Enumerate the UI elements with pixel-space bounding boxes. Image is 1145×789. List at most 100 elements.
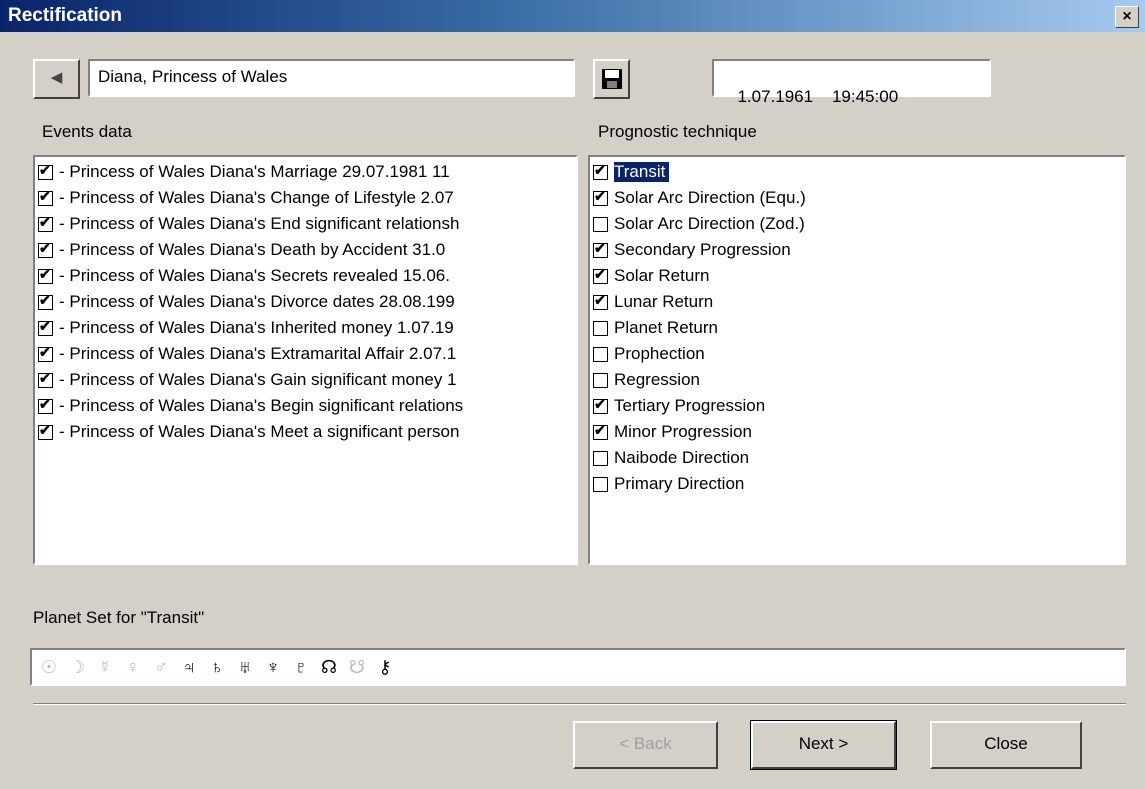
technique-item[interactable]: Prophection — [593, 341, 1121, 367]
checkbox-unchecked[interactable] — [593, 450, 608, 466]
event-item-label: - Princess of Wales Diana's Inherited mo… — [59, 318, 454, 337]
technique-item[interactable]: Naibode Direction — [593, 445, 1121, 471]
technique-item-label: Planet Return — [614, 318, 718, 337]
close-button-label: Close — [984, 734, 1028, 753]
event-item-label: - Princess of Wales Diana's Gain signifi… — [59, 370, 457, 389]
technique-item[interactable]: Planet Return — [593, 315, 1121, 341]
event-item[interactable]: - Princess of Wales Diana's Change of Li… — [38, 185, 573, 211]
checkbox-checked[interactable] — [38, 344, 53, 362]
technique-item[interactable]: Primary Direction — [593, 471, 1121, 497]
technique-item[interactable]: Minor Progression — [593, 419, 1121, 445]
technique-item-label: Solar Arc Direction (Zod.) — [614, 214, 805, 233]
next-button-label: Next > — [798, 734, 849, 753]
prognostic-technique-label: Prognostic technique — [598, 122, 757, 141]
checkbox-checked[interactable] — [38, 188, 53, 206]
event-item-label: - Princess of Wales Diana's Meet a signi… — [59, 422, 460, 441]
technique-item[interactable]: Regression — [593, 367, 1121, 393]
event-item[interactable]: - Princess of Wales Diana's Death by Acc… — [38, 237, 573, 263]
checkbox-checked[interactable] — [593, 422, 608, 440]
person-name-field[interactable]: Diana, Princess of Wales — [88, 59, 575, 97]
checkbox-checked[interactable] — [593, 292, 608, 310]
technique-item[interactable]: Solar Arc Direction (Zod.) — [593, 211, 1121, 237]
technique-item[interactable]: Transit — [593, 159, 1121, 185]
chiron-icon[interactable]: ⚷ — [374, 657, 396, 678]
checkbox-checked[interactable] — [593, 188, 608, 206]
pluto-icon[interactable]: ♇ — [290, 657, 312, 678]
event-item-label: - Princess of Wales Diana's Divorce date… — [59, 292, 455, 311]
moon-icon[interactable]: ☽ — [66, 657, 88, 678]
event-item[interactable]: - Princess of Wales Diana's Divorce date… — [38, 289, 573, 315]
events-data-label: Events data — [42, 122, 132, 141]
mercury-icon[interactable]: ☿ — [94, 657, 116, 678]
technique-item-label: Lunar Return — [614, 292, 714, 311]
checkbox-checked[interactable] — [38, 370, 53, 388]
technique-item[interactable]: Tertiary Progression — [593, 393, 1121, 419]
checkbox-unchecked[interactable] — [593, 476, 608, 492]
checkbox-checked[interactable] — [38, 292, 53, 310]
technique-item[interactable]: Lunar Return — [593, 289, 1121, 315]
technique-item-label: Transit — [614, 162, 670, 182]
event-item[interactable]: - Princess of Wales Diana's Extramarital… — [38, 341, 573, 367]
technique-item-label: Regression — [614, 370, 700, 389]
event-item[interactable]: - Princess of Wales Diana's Gain signifi… — [38, 367, 573, 393]
uranus-icon[interactable]: ♅ — [234, 657, 256, 678]
event-item-label: - Princess of Wales Diana's Extramarital… — [59, 344, 457, 363]
previous-person-button[interactable]: ◀ — [33, 59, 80, 99]
checkbox-checked[interactable] — [38, 396, 53, 414]
close-window-button[interactable]: × — [1115, 6, 1139, 28]
technique-item[interactable]: Secondary Progression — [593, 237, 1121, 263]
checkbox-checked[interactable] — [38, 214, 53, 232]
checkbox-unchecked[interactable] — [593, 372, 608, 388]
technique-item-label: Naibode Direction — [614, 448, 750, 467]
checkbox-checked[interactable] — [593, 266, 608, 284]
venus-icon[interactable]: ♀ — [122, 657, 144, 678]
event-item-label: - Princess of Wales Diana's Change of Li… — [59, 188, 454, 207]
checkbox-unchecked[interactable] — [593, 320, 608, 336]
checkbox-checked[interactable] — [593, 240, 608, 258]
back-button: < Back — [573, 721, 718, 769]
back-button-label: < Back — [619, 734, 672, 753]
technique-item-label: Solar Return — [614, 266, 710, 285]
events-list[interactable]: - Princess of Wales Diana's Marriage 29.… — [33, 155, 578, 565]
close-button[interactable]: Close — [930, 721, 1082, 769]
event-item[interactable]: - Princess of Wales Diana's Meet a signi… — [38, 419, 573, 445]
checkbox-checked[interactable] — [38, 162, 53, 180]
neptune-icon[interactable]: ♆ — [262, 657, 284, 678]
checkbox-checked[interactable] — [593, 396, 608, 414]
technique-item-label: Solar Arc Direction (Equ.) — [614, 188, 806, 207]
event-item[interactable]: - Princess of Wales Diana's End signific… — [38, 211, 573, 237]
south-node-icon[interactable]: ☋ — [346, 657, 368, 678]
saturn-icon[interactable]: ♄ — [206, 657, 228, 678]
technique-item-label: Tertiary Progression — [614, 396, 766, 415]
event-item[interactable]: - Princess of Wales Diana's Inherited mo… — [38, 315, 573, 341]
checkbox-checked[interactable] — [38, 240, 53, 258]
planet-set-strip: ☉ ☽ ☿ ♀ ♂ ♃ ♄ ♅ ♆ ♇ ☊ ☋ ⚷ — [30, 648, 1126, 686]
technique-item[interactable]: Solar Arc Direction (Equ.) — [593, 185, 1121, 211]
technique-item-label: Minor Progression — [614, 422, 752, 441]
mars-icon[interactable]: ♂ — [150, 657, 172, 678]
divider — [33, 703, 1126, 705]
checkbox-checked[interactable] — [38, 318, 53, 336]
checkbox-checked[interactable] — [38, 266, 53, 284]
checkbox-checked[interactable] — [38, 422, 53, 440]
checkbox-checked[interactable] — [593, 162, 608, 180]
event-item-label: - Princess of Wales Diana's Begin signif… — [59, 396, 464, 415]
technique-item-label: Secondary Progression — [614, 240, 791, 259]
floppy-disk-icon — [601, 69, 622, 89]
planet-set-label: Planet Set for "Transit" — [33, 608, 205, 627]
event-item[interactable]: - Princess of Wales Diana's Begin signif… — [38, 393, 573, 419]
technique-item[interactable]: Solar Return — [593, 263, 1121, 289]
checkbox-unchecked[interactable] — [593, 346, 608, 362]
event-item-label: - Princess of Wales Diana's Marriage 29.… — [59, 162, 450, 181]
datetime-field[interactable]: 1.07.1961 19:45:00 — [712, 59, 991, 106]
save-button[interactable] — [593, 59, 630, 99]
checkbox-unchecked[interactable] — [593, 216, 608, 232]
next-button[interactable]: Next > — [750, 720, 897, 770]
event-item[interactable]: - Princess of Wales Diana's Secrets reve… — [38, 263, 573, 289]
jupiter-icon[interactable]: ♃ — [178, 657, 200, 678]
technique-item-label: Prophection — [614, 344, 705, 363]
technique-list[interactable]: Transit Solar Arc Direction (Equ.) Solar A… — [588, 155, 1126, 565]
sun-icon[interactable]: ☉ — [38, 657, 60, 678]
north-node-icon[interactable]: ☊ — [318, 657, 340, 678]
event-item[interactable]: - Princess of Wales Diana's Marriage 29.… — [38, 159, 573, 185]
